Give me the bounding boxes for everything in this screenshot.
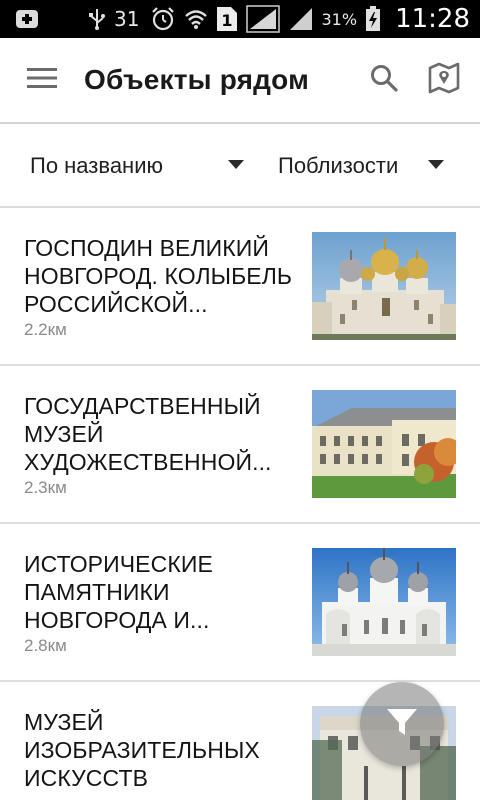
filter-fab-button[interactable]: [360, 682, 444, 766]
notification-count: 31: [114, 7, 140, 31]
list-item[interactable]: Исторические памятники Новгорода и... 2.…: [0, 524, 480, 682]
list-item-title: Исторические памятники Новгорода и...: [24, 551, 213, 633]
list-item-distance: 2.3км: [24, 478, 67, 497]
clock: 11:28: [395, 4, 470, 34]
app-bar: Объекты рядом: [0, 38, 480, 124]
list-item-title: Государственный музей художественной...: [24, 393, 272, 475]
usb-icon: [88, 7, 106, 31]
hamburger-menu-icon: [27, 67, 57, 94]
list-item-text: Господин Великий Новгород. Колыбель росс…: [24, 234, 302, 340]
page-title: Объекты рядом: [84, 64, 310, 95]
search-button[interactable]: [354, 37, 414, 123]
map-button[interactable]: [414, 37, 474, 123]
sim-slot-icon: 1: [216, 6, 238, 32]
list-item-distance: 2.2км: [24, 320, 67, 339]
list-item-text: Государственный музей художественной... …: [24, 392, 302, 498]
signal-icon-sim2: [288, 6, 314, 32]
list-item[interactable]: Господин Великий Новгород. Колыбель росс…: [0, 208, 480, 366]
search-icon: [370, 64, 398, 97]
battery-charging-icon: [365, 6, 381, 32]
list-item-thumbnail: [312, 232, 456, 340]
battery-percent: 31%: [321, 9, 358, 29]
area-dropdown[interactable]: Поблизости: [262, 125, 480, 207]
status-bar: 31 1 31% 11:28: [0, 0, 480, 38]
area-dropdown-label: Поблизости: [278, 153, 399, 178]
list-item-text: Музей изобразительных искусств: [24, 708, 302, 794]
filter-bar: По названию Поблизости: [0, 126, 480, 208]
wifi-icon: [184, 8, 208, 30]
map-icon: [428, 62, 460, 99]
dropdown-arrow-icon: [228, 157, 244, 175]
sim-slot-number: 1: [221, 11, 232, 30]
list-item-text: Исторические памятники Новгорода и... 2.…: [24, 550, 302, 656]
list-item-thumbnail: [312, 390, 456, 498]
list-item[interactable]: Государственный музей художественной... …: [0, 366, 480, 524]
sort-dropdown[interactable]: По названию: [0, 125, 262, 207]
list-item-title: Господин Великий Новгород. Колыбель росс…: [24, 235, 293, 317]
menu-button[interactable]: [0, 37, 84, 123]
notification-add-icon: [14, 8, 40, 30]
list-item-thumbnail: [312, 548, 456, 656]
list-item-title: Музей изобразительных искусств: [24, 709, 260, 791]
sort-dropdown-label: По названию: [30, 153, 163, 178]
signal-icon-sim1: [245, 5, 280, 33]
dropdown-arrow-icon: [428, 157, 444, 175]
filter-funnel-icon: [385, 707, 419, 742]
list-item-distance: 2.8км: [24, 636, 67, 655]
alarm-icon: [150, 6, 176, 32]
